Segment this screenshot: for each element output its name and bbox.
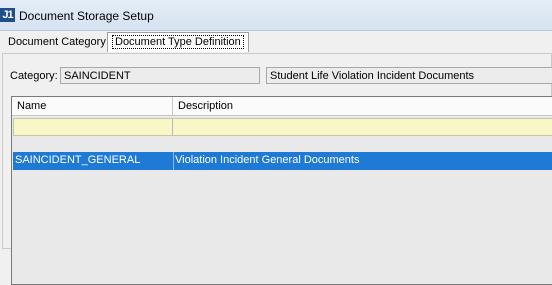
category-label: Category: xyxy=(10,70,58,82)
tab-document-type-definition[interactable]: Document Type Definition xyxy=(107,32,249,52)
cell-description: Violation Incident General Documents xyxy=(173,152,359,170)
tab-panel: Category: SAINCIDENT Student Life Violat… xyxy=(2,53,552,285)
grid-header: Name Description xyxy=(12,97,552,116)
column-header-name[interactable]: Name xyxy=(12,97,173,115)
cell-name: SAINCIDENT_GENERAL xyxy=(15,154,141,166)
filter-row[interactable] xyxy=(13,118,552,136)
table-row[interactable]: SAINCIDENT_GENERAL Violation Incident Ge… xyxy=(13,152,552,170)
category-description-field: Student Life Violation Incident Document… xyxy=(266,67,552,84)
document-type-grid[interactable]: Name Description SAINCIDENT_GENERAL Viol… xyxy=(11,96,552,285)
tab-strip: Document Category Document Type Definiti… xyxy=(0,31,552,53)
filter-separator xyxy=(172,119,173,135)
column-header-description[interactable]: Description xyxy=(173,97,233,115)
tab-document-category[interactable]: Document Category xyxy=(4,34,110,51)
tab-label: Document Type Definition xyxy=(112,35,244,49)
window-title: Document Storage Setup xyxy=(19,9,154,23)
app-icon: J1 xyxy=(0,8,15,22)
category-code-field: SAINCIDENT xyxy=(60,67,260,84)
window-titlebar: J1 Document Storage Setup xyxy=(0,0,552,31)
